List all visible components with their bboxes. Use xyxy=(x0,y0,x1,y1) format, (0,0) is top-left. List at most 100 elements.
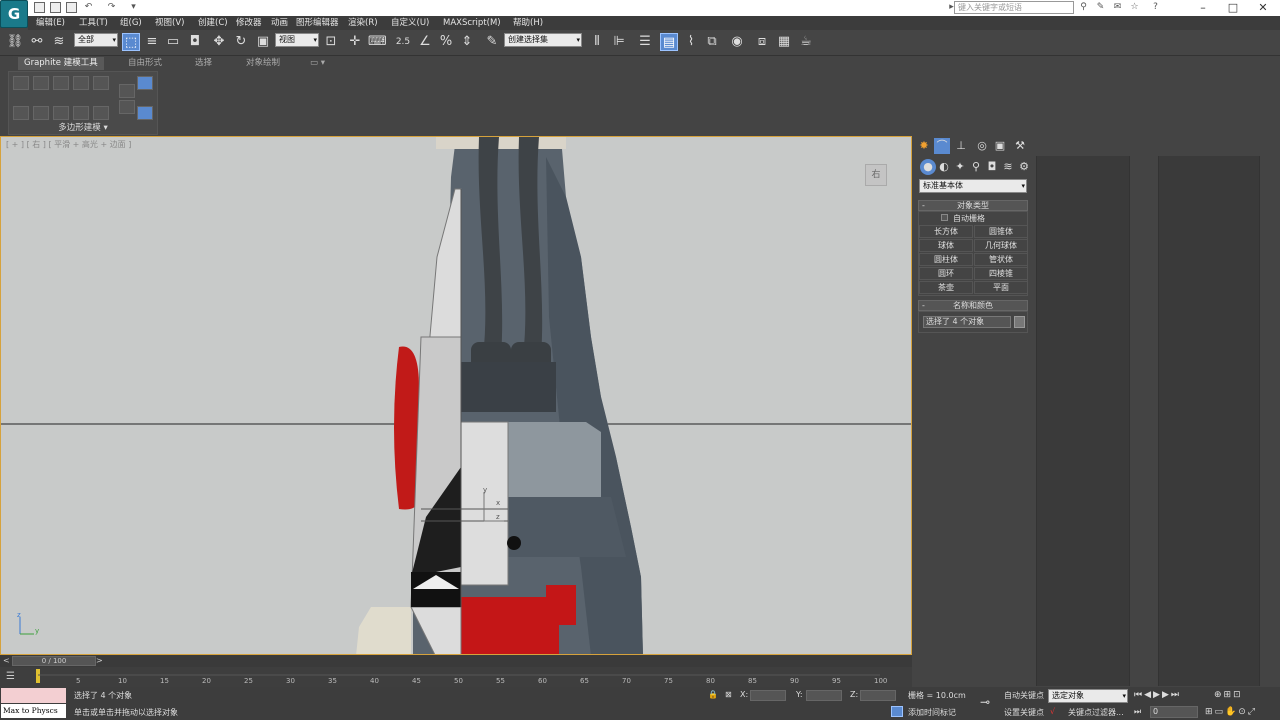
render-setup-icon[interactable]: ⧈ xyxy=(753,33,771,51)
minimize-button[interactable]: – xyxy=(1187,0,1219,16)
create-tab-icon[interactable]: ✸ xyxy=(916,138,932,154)
new-file-icon[interactable] xyxy=(34,2,45,13)
keyboard-shortcut-icon[interactable]: ⌨ xyxy=(368,33,387,51)
category-dropdown[interactable]: 标准基本体 ▾ xyxy=(919,179,1027,193)
key-icon[interactable]: ⊸ xyxy=(980,695,990,709)
rotate-icon[interactable]: ↻ xyxy=(232,33,250,51)
ribbon-tool-5-icon[interactable] xyxy=(93,106,109,120)
object-type-rollout-header[interactable]: - 对象类型 xyxy=(918,200,1028,211)
menu-graph-editors[interactable]: 图形编辑器 xyxy=(296,16,339,30)
binoculars-icon[interactable]: ⚲ xyxy=(1078,2,1089,13)
motion-tab-icon[interactable]: ◎ xyxy=(974,138,990,154)
undo-icon[interactable]: ↶ xyxy=(83,2,94,13)
add-time-tag-button[interactable]: 添加时间标记 xyxy=(908,707,956,718)
ribbon-tab-object-paint[interactable]: 对象绘制 xyxy=(246,57,280,70)
ribbon-tool-1-icon[interactable] xyxy=(13,106,29,120)
pyramid-button[interactable]: 四棱锥 xyxy=(974,267,1028,280)
systems-icon[interactable]: ⚙ xyxy=(1016,159,1032,175)
menu-edit[interactable]: 编辑(E) xyxy=(36,16,65,30)
help-icon[interactable]: ? xyxy=(1150,2,1161,13)
snap-toggle-icon[interactable]: 2.5 xyxy=(394,33,412,51)
y-coord-input[interactable] xyxy=(806,690,842,701)
pivot-center-icon[interactable]: ⊡ xyxy=(322,33,340,51)
viewport-label[interactable]: [ + ] [ 右 ] [ 平滑 + 高光 + 边面 ] xyxy=(6,139,131,150)
selection-filter-dropdown[interactable]: 全部 ▾ xyxy=(74,33,118,47)
ribbon-element-icon[interactable] xyxy=(93,76,109,90)
shapes-icon[interactable]: ◐ xyxy=(936,159,952,175)
lights-icon[interactable]: ✦ xyxy=(952,159,968,175)
material-editor-icon[interactable]: ◉ xyxy=(728,33,746,51)
ribbon-edge-icon[interactable] xyxy=(33,76,49,90)
close-button[interactable]: ✕ xyxy=(1247,0,1279,16)
cone-button[interactable]: 圆锥体 xyxy=(974,225,1028,238)
utilities-tab-icon[interactable]: ⚒ xyxy=(1012,138,1028,154)
tube-button[interactable]: 管状体 xyxy=(974,253,1028,266)
ribbon-tool-7-icon[interactable] xyxy=(119,100,135,114)
edit-named-selection-icon[interactable]: ✎ xyxy=(483,33,501,51)
geometry-icon[interactable]: ● xyxy=(920,159,936,175)
ribbon-tab-freeform[interactable]: 自由形式 xyxy=(128,57,162,70)
object-name-input[interactable]: 选择了 4 个对象 xyxy=(923,316,1011,328)
z-coord-input[interactable] xyxy=(860,690,896,701)
rectangular-selection-icon[interactable]: ▭ xyxy=(164,33,182,51)
select-link-icon[interactable]: ⛓ xyxy=(6,33,24,51)
select-manipulate-icon[interactable]: ✛ xyxy=(346,33,364,51)
ribbon-tab-selection[interactable]: 选择 xyxy=(195,57,212,70)
spinner-snap-icon[interactable]: ⇕ xyxy=(458,33,476,51)
ribbon-tab-graphite[interactable]: Graphite 建模工具 xyxy=(18,57,104,70)
viewport-right[interactable]: [ + ] [ 右 ] [ 平滑 + 高光 + 边面 ] 右 y x z z y xyxy=(0,136,912,655)
plane-button[interactable]: 平面 xyxy=(974,281,1028,294)
bind-space-warp-icon[interactable]: ≋ xyxy=(50,33,68,51)
scale-icon[interactable]: ▣ xyxy=(254,33,272,51)
playback-controls[interactable]: ⏮◀▶▶⏭ xyxy=(1134,690,1181,700)
layer-manager-icon[interactable]: ☰ xyxy=(636,33,654,51)
auto-key-button[interactable]: 自动关键点 xyxy=(1004,690,1044,701)
sphere-button[interactable]: 球体 xyxy=(919,239,973,252)
menu-modifiers[interactable]: 修改器 xyxy=(236,16,262,30)
maxscript-listener-input[interactable]: Max to Physcs xyxy=(1,704,66,718)
viewcube[interactable]: 右 xyxy=(865,164,887,186)
trackbar[interactable]: ☰ 5 10 15 20 25 30 35 40 45 50 55 60 65 70 75 80 85 90 95 1… xyxy=(0,667,912,687)
space-warps-icon[interactable]: ≋ xyxy=(1000,159,1016,175)
save-file-icon[interactable] xyxy=(66,2,77,13)
percent-snap-icon[interactable]: % xyxy=(437,33,455,51)
schematic-view-icon[interactable]: ⧉ xyxy=(703,33,721,51)
menu-rendering[interactable]: 渲染(R) xyxy=(348,16,378,30)
ribbon-vertex-icon[interactable] xyxy=(13,76,29,90)
graphite-toggle-icon[interactable]: ▤ xyxy=(660,33,678,51)
ribbon-tool-4-icon[interactable] xyxy=(73,106,89,120)
mirror-icon[interactable]: ⫴ xyxy=(588,33,606,51)
communication-icon[interactable]: ✉ xyxy=(1112,2,1123,13)
search-input[interactable]: 键入关键字或短语 xyxy=(954,1,1074,14)
reference-coordinate-dropdown[interactable]: 视图 ▾ xyxy=(275,33,319,47)
select-by-name-icon[interactable]: ≡ xyxy=(143,33,161,51)
menu-maxscript[interactable]: MAXScript(M) xyxy=(443,16,501,30)
key-mode-icon[interactable]: ⏭ xyxy=(1134,707,1141,717)
time-next-icon[interactable]: > xyxy=(96,656,103,665)
time-tag-icon[interactable] xyxy=(891,706,903,717)
menu-customize[interactable]: 自定义(U) xyxy=(391,16,429,30)
menu-group[interactable]: 组(G) xyxy=(120,16,142,30)
ribbon-options-icon[interactable]: ▭ ▾ xyxy=(310,57,325,70)
select-object-icon[interactable]: ⬚ xyxy=(122,33,140,51)
subscription-icon[interactable]: ✎ xyxy=(1095,2,1106,13)
modify-tab-icon[interactable]: ⌒ xyxy=(934,138,950,154)
favorites-star-icon[interactable]: ☆ xyxy=(1129,2,1140,13)
absolute-mode-icon[interactable]: ⊠ xyxy=(725,690,732,699)
key-filters-button[interactable]: 关键点过滤器... xyxy=(1068,707,1124,718)
viewport-nav-top[interactable]: ⊕⊞⊡ xyxy=(1214,690,1243,700)
torus-button[interactable]: 圆环 xyxy=(919,267,973,280)
set-key-button[interactable]: 设置关键点 xyxy=(1004,707,1044,718)
x-coord-input[interactable] xyxy=(750,690,786,701)
menu-create[interactable]: 创建(C) xyxy=(198,16,228,30)
menu-tools[interactable]: 工具(T) xyxy=(79,16,108,30)
teapot-button[interactable]: 茶壶 xyxy=(919,281,973,294)
rendered-frame-icon[interactable]: ▦ xyxy=(775,33,793,51)
render-teapot-icon[interactable]: ☕ xyxy=(797,33,815,51)
hierarchy-tab-icon[interactable]: ⊥ xyxy=(953,138,969,154)
ribbon-tool-3-icon[interactable] xyxy=(53,106,69,120)
ribbon-tool-2-icon[interactable] xyxy=(33,106,49,120)
name-color-rollout-header[interactable]: - 名称和颜色 xyxy=(918,300,1028,311)
menu-help[interactable]: 帮助(H) xyxy=(513,16,543,30)
named-selection-dropdown[interactable]: 创建选择集 ▾ xyxy=(504,33,582,47)
